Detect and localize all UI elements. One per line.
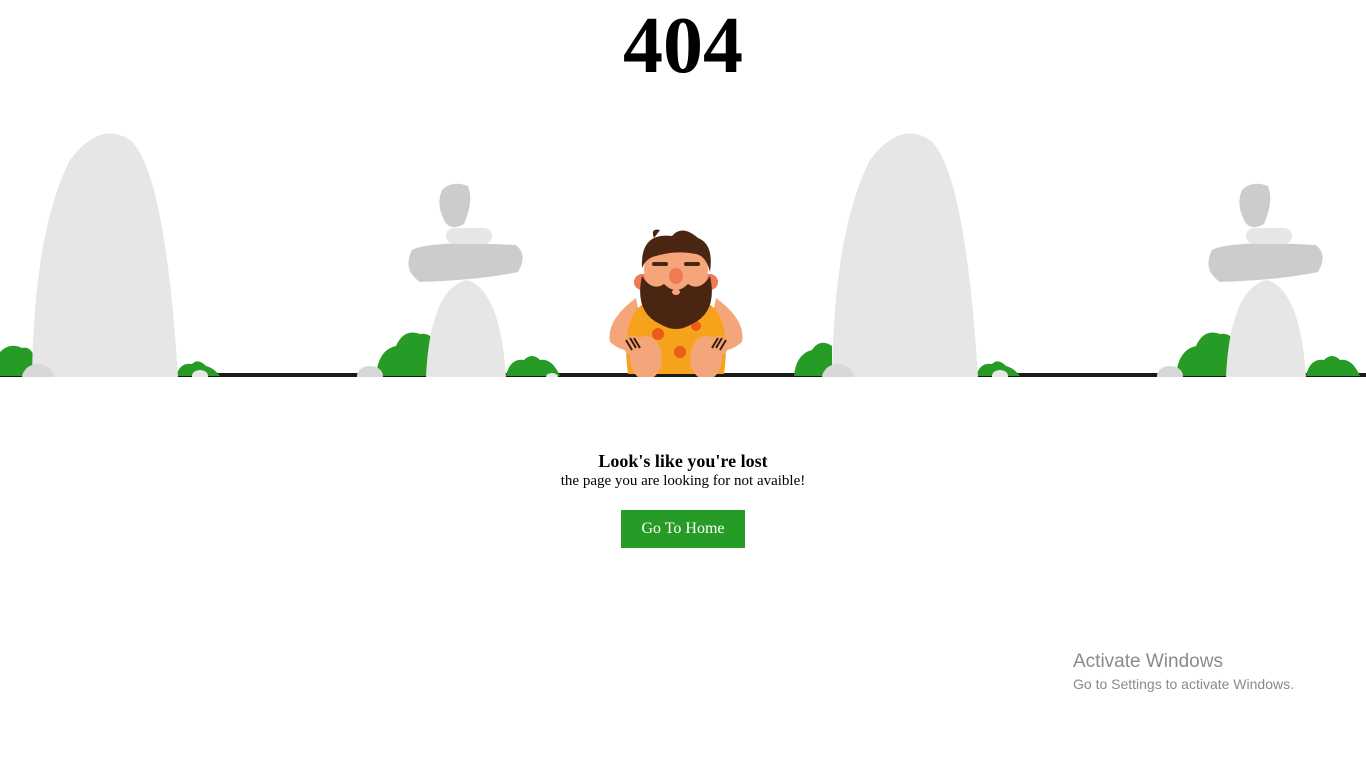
stone-middle: [1208, 243, 1323, 282]
stone-top: [439, 183, 471, 228]
bush: [1306, 356, 1360, 376]
scenery-group-left: [0, 133, 220, 390]
lost-message: Look's like you're lost the page you are…: [0, 450, 1366, 490]
ground: [0, 377, 1366, 390]
scenery-group-right: [1157, 183, 1360, 386]
error-code: 404: [623, 2, 743, 90]
stone-slab: [1246, 228, 1292, 244]
page: 404 Look's like you're lost the page you…: [0, 0, 1366, 768]
lost-subtitle: the page you are looking for not avaible…: [560, 473, 806, 489]
watermark-title: Activate Windows: [1073, 651, 1223, 672]
stone-middle: [408, 243, 523, 282]
caveman: [609, 229, 743, 380]
tall-rock: [32, 133, 178, 377]
watermark-subtitle: Go to Settings to activate Windows.: [1073, 676, 1294, 692]
lost-title: Look's like you're lost: [598, 451, 768, 471]
stone-top: [1239, 183, 1271, 228]
stone-bottom: [426, 280, 506, 377]
stone-bottom: [1226, 280, 1306, 377]
stone-slab: [446, 228, 492, 244]
scenery-group-mid-right: [794, 133, 1020, 390]
caveman-illustration: [0, 133, 1366, 390]
bush: [506, 356, 560, 376]
windows-activation-watermark: Activate Windows Go to Settings to activ…: [1073, 650, 1294, 694]
go-home-button[interactable]: Go To Home: [621, 510, 745, 548]
scenery-group-mid-left: [357, 183, 560, 386]
tall-rock: [832, 133, 978, 377]
